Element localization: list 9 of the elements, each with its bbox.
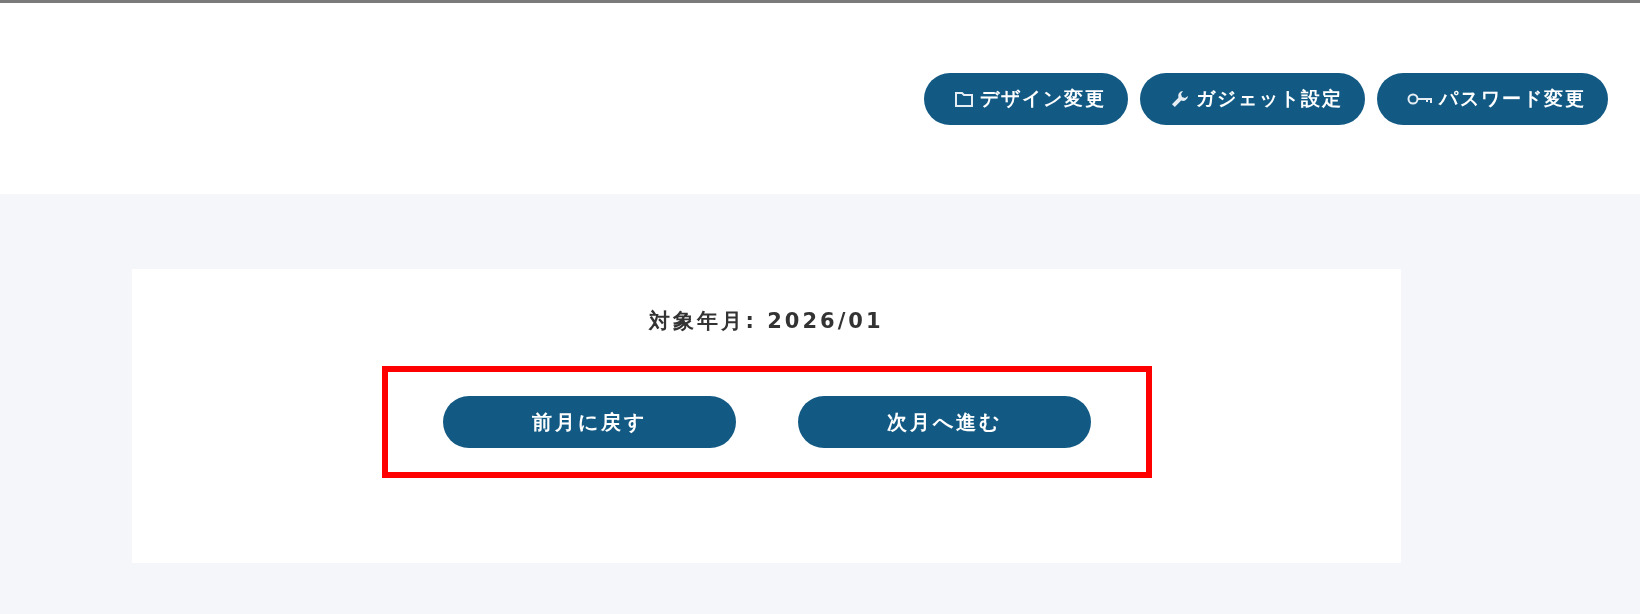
header-button[interactable]: デザイン変更 bbox=[924, 73, 1128, 125]
target-month-label: 対象年月: 2026/01 bbox=[649, 308, 884, 335]
folder-icon bbox=[954, 89, 974, 109]
wrench-icon bbox=[1170, 89, 1190, 109]
key-icon bbox=[1407, 91, 1433, 107]
header-button[interactable]: ガジェット設定 bbox=[1140, 73, 1365, 125]
month-nav-button[interactable]: 前月に戻す bbox=[442, 396, 736, 448]
month-nav-button[interactable]: 次月へ進む bbox=[797, 396, 1091, 448]
header-button[interactable]: パスワード変更 bbox=[1377, 73, 1608, 125]
